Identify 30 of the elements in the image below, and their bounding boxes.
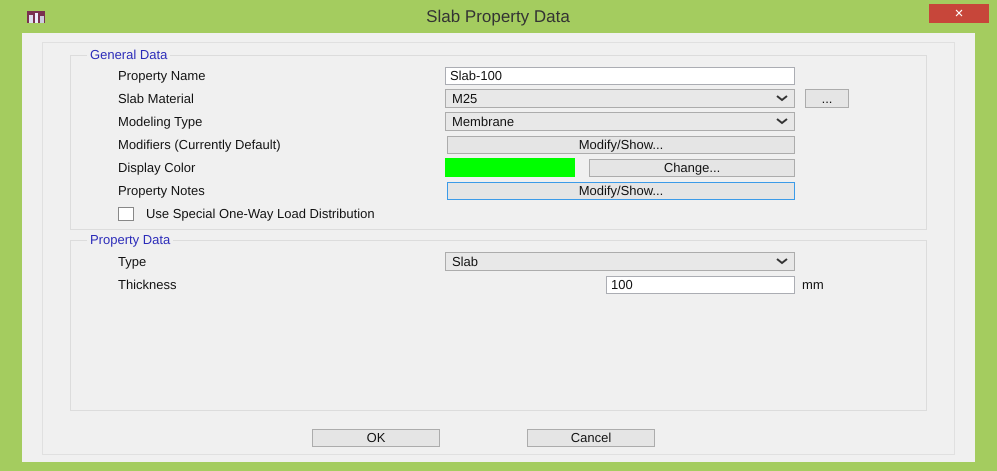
- dropdown[interactable]: M25: [445, 89, 795, 108]
- field-label: Property Name: [117, 66, 206, 85]
- checkbox-label: Use Special One-Way Load Distribution: [146, 204, 375, 223]
- field-label: Display Color: [117, 158, 196, 177]
- modify-button[interactable]: Modify/Show...: [447, 136, 795, 154]
- chevron-icon: [776, 118, 788, 125]
- text-field[interactable]: Slab-100: [445, 66, 795, 84]
- field-label: Slab Material: [117, 90, 195, 108]
- thickness-field[interactable]: 100: [606, 276, 795, 294]
- unit-label: mm: [802, 276, 824, 294]
- field-label: Modeling Type: [117, 112, 204, 131]
- close-button[interactable]: ×: [929, 4, 989, 23]
- group-title: General Data: [87, 47, 170, 62]
- dialog-button[interactable]: OK: [312, 429, 440, 447]
- browse-button[interactable]: ...: [805, 89, 849, 108]
- modify-button[interactable]: Modify/Show...: [447, 182, 795, 200]
- window-title: Slab Property Data: [425, 6, 571, 28]
- change-button[interactable]: Change...: [589, 158, 795, 176]
- chevron-icon: [776, 95, 788, 102]
- app-icon: [27, 10, 45, 22]
- field-label: Property Notes: [117, 182, 206, 200]
- dropdown[interactable]: Membrane: [445, 112, 795, 131]
- checkbox[interactable]: [118, 206, 134, 220]
- chevron-icon: [776, 258, 788, 265]
- field-label: Type: [117, 252, 148, 271]
- field-label: Thickness: [117, 276, 178, 294]
- dialog-button[interactable]: Cancel: [527, 429, 655, 447]
- field-label: Modifiers (Currently Default): [117, 136, 282, 154]
- dropdown[interactable]: Slab: [445, 252, 795, 271]
- group-title: Property Data: [87, 232, 174, 247]
